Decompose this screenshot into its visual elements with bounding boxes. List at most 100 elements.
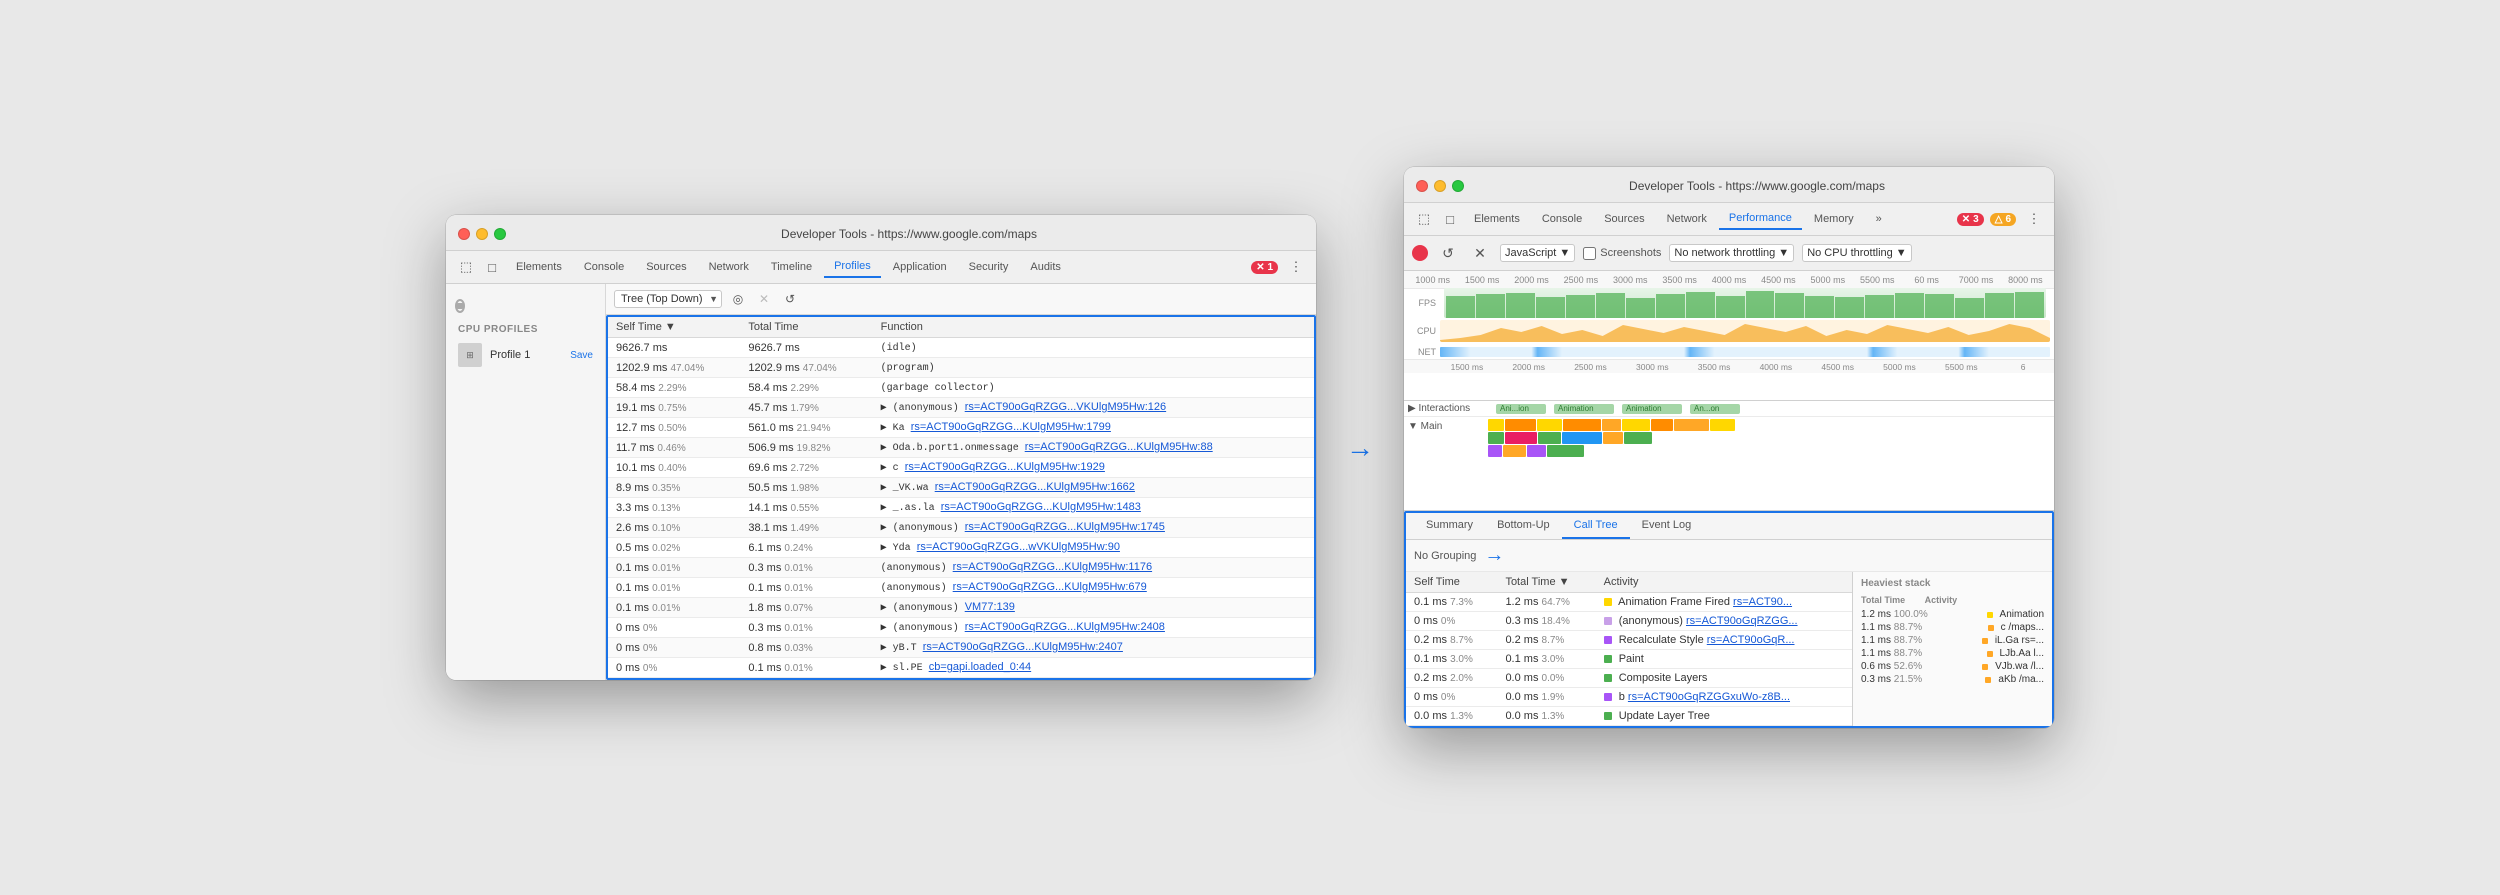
mobile-icon-right[interactable]: □: [1438, 207, 1462, 231]
left-sidebar: CPU PROFILES ⊞ Profile 1 Save: [446, 284, 606, 680]
heaviest-panel: Heaviest stack Total Time Activity 1.2 m…: [1852, 572, 2052, 726]
tab-more[interactable]: »: [1866, 209, 1892, 229]
tab-network[interactable]: Network: [699, 257, 759, 277]
flame-block-green-4: [1547, 445, 1584, 457]
table-row: 0.5 ms 0.02% 6.1 ms 0.24% ▶ Yda rs=ACT90…: [608, 538, 1314, 558]
col-self-time-ct[interactable]: Self Time: [1406, 572, 1497, 593]
ruler-1000: 1000 ms: [1408, 275, 1457, 285]
tab-elements[interactable]: Elements: [506, 257, 572, 277]
ct-activity: Recalculate Style rs=ACT90oGqR...: [1596, 631, 1852, 650]
fps-label: FPS: [1408, 298, 1436, 308]
left-titlebar: Developer Tools - https://www.google.com…: [446, 215, 1316, 251]
tab-application[interactable]: Application: [883, 257, 957, 277]
flame-spacer-2: [1653, 432, 2050, 444]
maximize-button-left[interactable]: [494, 228, 506, 240]
calltree-row: 0 ms 0% 0.0 ms 1.9% b rs=ACT90oGqRZGGxuW…: [1406, 688, 1852, 707]
tab-memory[interactable]: Memory: [1804, 209, 1864, 229]
profile-table: Self Time ▼ Total Time Function 9626.7 m…: [606, 315, 1316, 680]
tab-console[interactable]: Console: [574, 257, 634, 277]
tab-timeline[interactable]: Timeline: [761, 257, 822, 277]
heaviest-row: 1.1 ms 88.7% LJb.Aa l...: [1861, 648, 2044, 659]
tab-performance[interactable]: Performance: [1719, 208, 1802, 230]
table-row: 58.4 ms 2.29% 58.4 ms 2.29% (garbage col…: [608, 378, 1314, 398]
focus-icon[interactable]: ◎: [728, 289, 748, 309]
flame-area: ▶ Interactions Ani...ion Animation Anima…: [1404, 401, 2054, 511]
main-label[interactable]: ▼ Main: [1408, 419, 1488, 432]
clear-icon-perf[interactable]: ✕: [1468, 241, 1492, 265]
table-row: 10.1 ms 0.40% 69.6 ms 2.72% ▶ c rs=ACT90…: [608, 458, 1314, 478]
fps-bar: [1716, 296, 1745, 318]
minimize-button-right[interactable]: [1434, 180, 1446, 192]
ruler-3500: 3500 ms: [1655, 275, 1704, 285]
fps-bar: [1925, 294, 1954, 318]
heaviest-header: Total Time Activity: [1861, 595, 2044, 605]
tab-security[interactable]: Security: [959, 257, 1019, 277]
sidebar-profile1[interactable]: ⊞ Profile 1 Save: [446, 339, 605, 371]
right-titlebar: Developer Tools - https://www.google.com…: [1404, 167, 2054, 203]
menu-icon-right[interactable]: ⋮: [2022, 207, 2046, 231]
net-throttle-dropdown[interactable]: No network throttling ▼: [1669, 244, 1794, 262]
cpu-label: CPU: [1408, 326, 1436, 336]
tab-summary[interactable]: Summary: [1414, 513, 1485, 539]
col-activity-ct[interactable]: Activity: [1596, 572, 1852, 593]
reload-icon-perf[interactable]: ↺: [1436, 241, 1460, 265]
interactions-label[interactable]: ▶ Interactions: [1408, 403, 1488, 414]
ruler2-2500: 2500 ms: [1560, 362, 1622, 372]
cpu-svg: [1440, 320, 2050, 342]
mobile-icon[interactable]: □: [480, 255, 504, 279]
stop-button[interactable]: [455, 299, 465, 313]
js-dropdown[interactable]: JavaScript ▼: [1500, 244, 1575, 262]
ct-activity: Update Layer Tree: [1596, 707, 1852, 726]
net-bars: [1440, 347, 2050, 357]
activity-dot: [1604, 655, 1612, 663]
table-row: 1202.9 ms 47.04% 1202.9 ms 47.04% (progr…: [608, 358, 1314, 378]
tab-network-right[interactable]: Network: [1657, 209, 1717, 229]
cursor-icon[interactable]: ⬚: [454, 255, 478, 279]
menu-icon-left[interactable]: ⋮: [1284, 255, 1308, 279]
tab-profiles[interactable]: Profiles: [824, 256, 881, 278]
screenshots-checkbox-label[interactable]: Screenshots: [1583, 247, 1661, 260]
col-self-time[interactable]: Self Time ▼: [608, 317, 740, 338]
traffic-lights-left: [458, 228, 506, 240]
save-link[interactable]: Save: [570, 350, 593, 361]
grouping-arrow: →: [1484, 544, 1504, 567]
tab-console-right[interactable]: Console: [1532, 209, 1592, 229]
tab-call-tree[interactable]: Call Tree: [1562, 513, 1630, 539]
fps-bar: [1506, 293, 1535, 318]
col-total-time-ct[interactable]: Total Time ▼: [1497, 572, 1595, 593]
ruler-7000: 7000 ms: [1951, 275, 2000, 285]
close-button-left[interactable]: [458, 228, 470, 240]
ruler-60: 60 ms: [1902, 275, 1951, 285]
tab-sources[interactable]: Sources: [636, 257, 696, 277]
tab-elements-right[interactable]: Elements: [1464, 209, 1530, 229]
screenshots-checkbox[interactable]: [1583, 247, 1596, 260]
col-total-time[interactable]: Total Time: [740, 317, 872, 338]
flame-block-5: [1622, 419, 1650, 431]
ct-activity: Animation Frame Fired rs=ACT90...: [1596, 593, 1852, 612]
anim-block-1: Ani...ion: [1496, 404, 1546, 414]
h-dot-3: [1982, 638, 1988, 644]
cpu-chart: [1440, 320, 2050, 342]
maximize-button-right[interactable]: [1452, 180, 1464, 192]
tab-sources-right[interactable]: Sources: [1594, 209, 1654, 229]
cpu-throttle-dropdown[interactable]: No CPU throttling ▼: [1802, 244, 1911, 262]
table-row: 9626.7 ms 9626.7 ms (idle): [608, 338, 1314, 358]
cursor-icon-right[interactable]: ⬚: [1412, 207, 1436, 231]
ct-total: 0.0 ms 1.3%: [1497, 707, 1595, 726]
col-function[interactable]: Function: [873, 317, 1314, 338]
tab-event-log[interactable]: Event Log: [1630, 513, 1704, 539]
anim-block-4: An...on: [1690, 404, 1740, 414]
record-button-perf[interactable]: [1412, 245, 1428, 261]
timeline-area: 1000 ms 1500 ms 2000 ms 2500 ms 3000 ms …: [1404, 271, 2054, 401]
fps-bar: [1865, 295, 1894, 318]
tab-bottom-up[interactable]: Bottom-Up: [1485, 513, 1562, 539]
flame-block-purple-1: [1488, 445, 1502, 457]
close-button-right[interactable]: [1416, 180, 1428, 192]
minimize-button-left[interactable]: [476, 228, 488, 240]
ct-total: 0.1 ms 3.0%: [1497, 650, 1595, 669]
refresh-icon[interactable]: ↺: [780, 289, 800, 309]
tree-select[interactable]: Tree (Top Down): [614, 290, 722, 308]
net-chevron: ▼: [1778, 247, 1789, 259]
tab-audits[interactable]: Audits: [1020, 257, 1071, 277]
fps-bar: [1746, 291, 1775, 318]
